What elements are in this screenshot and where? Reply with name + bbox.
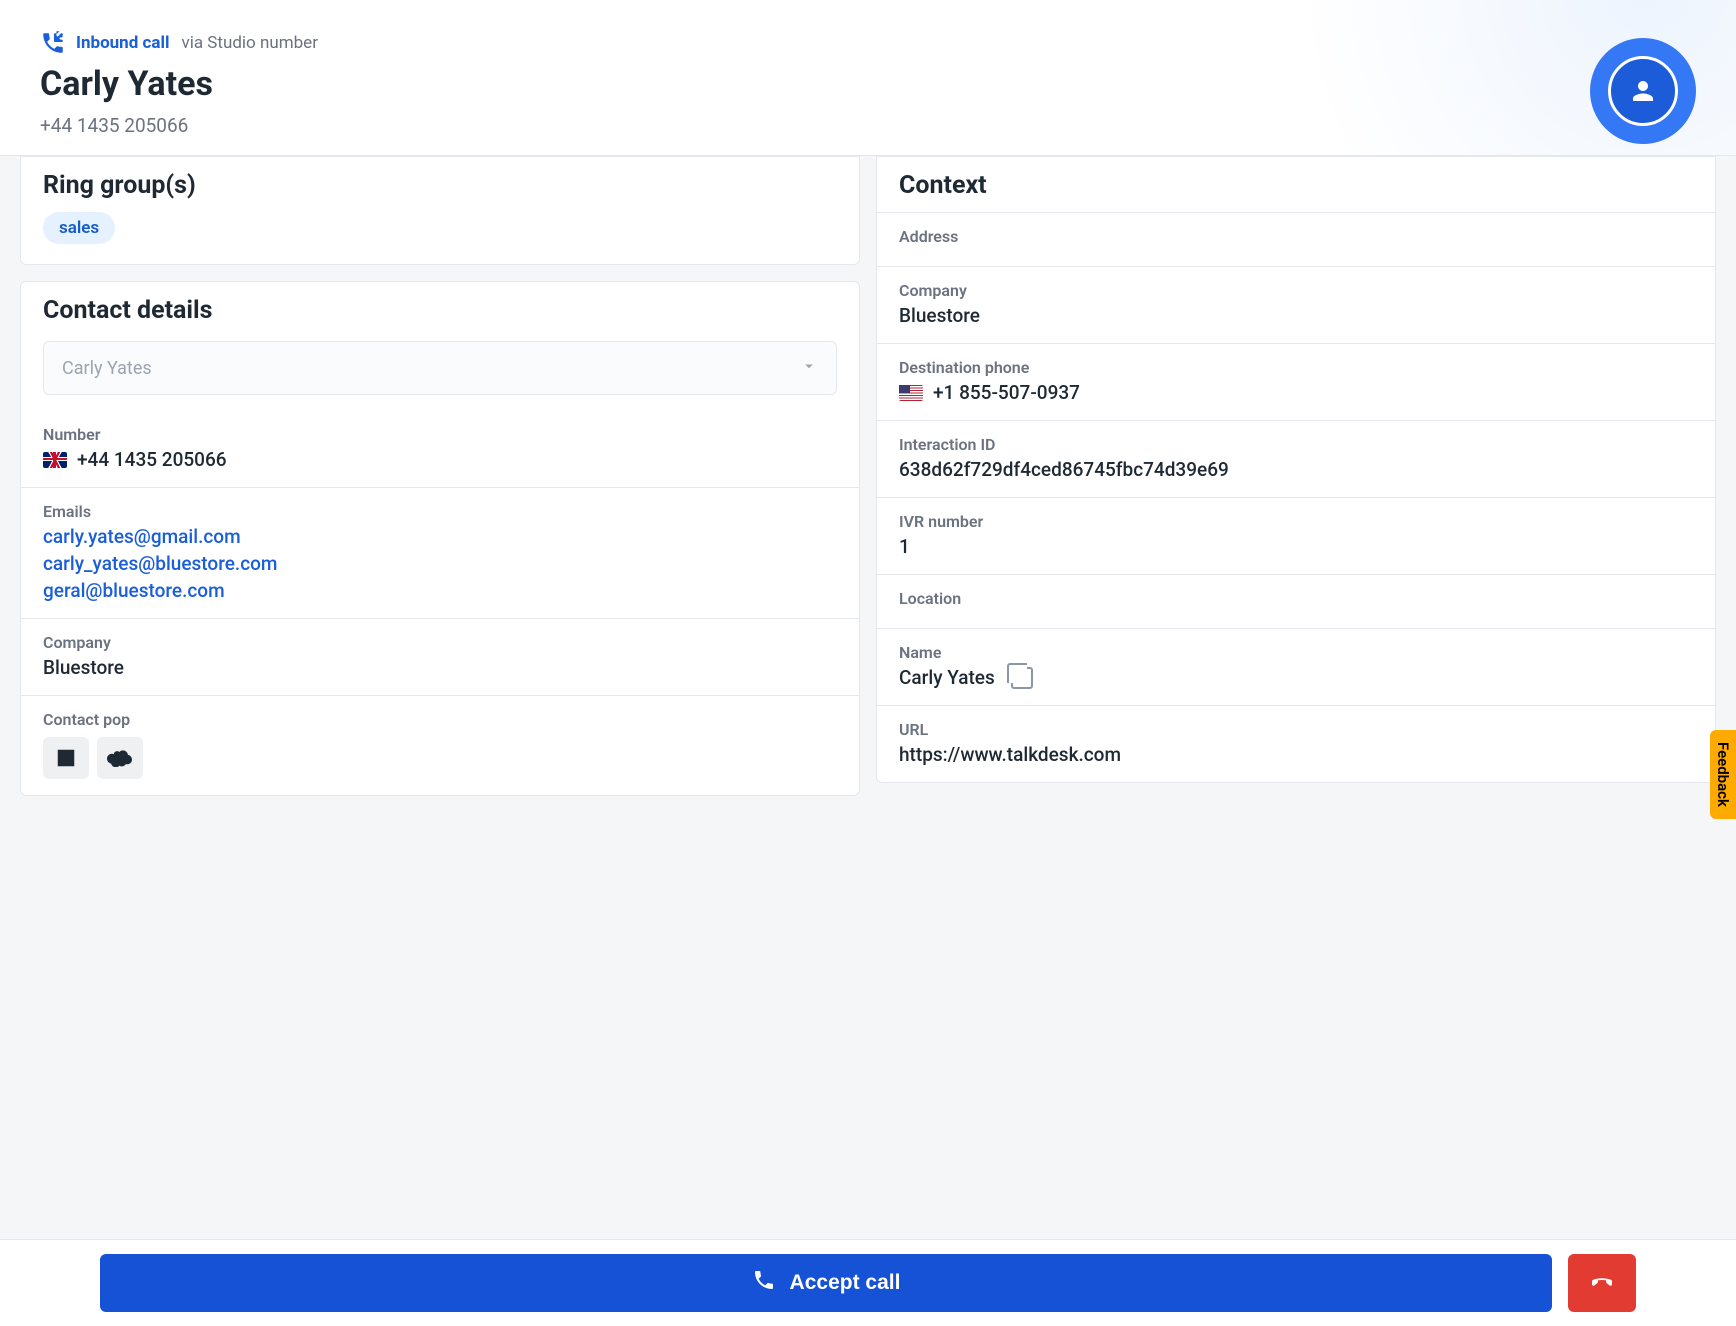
call-type-label: Inbound call xyxy=(76,33,169,53)
contact-details-title: Contact details xyxy=(21,282,859,337)
context-location-block: Location xyxy=(877,574,1715,628)
contact-pop-crm-button[interactable] xyxy=(43,737,89,779)
context-interaction-id-block: Interaction ID 638d62f729df4ced86745fbc7… xyxy=(877,420,1715,497)
salesforce-cloud-icon xyxy=(107,749,133,767)
contact-select-value: Carly Yates xyxy=(62,358,152,379)
phone-icon xyxy=(752,1268,776,1298)
context-url-value: https://www.talkdesk.com xyxy=(899,743,1693,766)
inbound-call-icon xyxy=(40,30,66,56)
accept-call-button[interactable]: Accept call xyxy=(100,1254,1552,1312)
context-card: Context Address Company Bluestore Destin… xyxy=(876,156,1716,783)
context-ivr-label: IVR number xyxy=(899,512,1693,531)
contact-card-icon xyxy=(55,747,77,769)
contact-number-block: Number +44 1435 205066 xyxy=(21,411,859,487)
call-type-row: Inbound call via Studio number xyxy=(40,30,1696,56)
chevron-down-icon xyxy=(800,357,818,380)
context-address-label: Address xyxy=(899,227,1693,246)
context-interaction-id-label: Interaction ID xyxy=(899,435,1693,454)
context-title: Context xyxy=(877,157,1715,212)
contact-company-value: Bluestore xyxy=(43,656,837,679)
context-dest-phone-value: +1 855-507-0937 xyxy=(933,381,1080,404)
context-url-label: URL xyxy=(899,720,1693,739)
caller-avatar-button[interactable] xyxy=(1590,38,1696,144)
contact-details-card: Contact details Carly Yates Number +44 1… xyxy=(20,281,860,796)
context-company-block: Company Bluestore xyxy=(877,266,1715,343)
contact-emails-block: Emails carly.yates@gmail.com carly_yates… xyxy=(21,487,859,618)
contact-company-block: Company Bluestore xyxy=(21,618,859,695)
call-action-footer: Accept call xyxy=(0,1239,1736,1326)
contact-pop-salesforce-button[interactable] xyxy=(97,737,143,779)
context-url-block: URL https://www.talkdesk.com xyxy=(877,705,1715,782)
contact-number-label: Number xyxy=(43,425,837,444)
context-ivr-block: IVR number 1 xyxy=(877,497,1715,574)
call-via-text: via Studio number xyxy=(181,33,317,53)
context-dest-phone-block: Destination phone +1 855-507-0937 xyxy=(877,343,1715,420)
context-name-value: Carly Yates xyxy=(899,666,995,689)
accept-call-label: Accept call xyxy=(790,1271,901,1295)
context-name-block: Name Carly Yates xyxy=(877,628,1715,705)
contact-number-value: +44 1435 205066 xyxy=(77,448,227,471)
context-ivr-value: 1 xyxy=(899,535,1693,558)
us-flag-icon xyxy=(899,385,923,401)
ring-groups-card: Ring group(s) sales xyxy=(20,156,860,265)
ring-groups-title: Ring group(s) xyxy=(21,157,859,212)
copy-icon[interactable] xyxy=(1011,667,1033,689)
caller-name: Carly Yates xyxy=(40,64,1696,104)
call-header: Inbound call via Studio number Carly Yat… xyxy=(0,0,1736,156)
ring-group-chip-row: sales xyxy=(21,212,859,264)
context-address-block: Address xyxy=(877,212,1715,266)
contact-select[interactable]: Carly Yates xyxy=(43,341,837,395)
context-name-label: Name xyxy=(899,643,1693,662)
contact-company-label: Company xyxy=(43,633,837,652)
uk-flag-icon xyxy=(43,452,67,468)
contact-emails-label: Emails xyxy=(43,502,837,521)
person-icon xyxy=(1608,56,1678,126)
hangup-icon xyxy=(1587,1267,1617,1300)
email-link[interactable]: geral@bluestore.com xyxy=(43,579,837,602)
ring-group-chip[interactable]: sales xyxy=(43,212,115,244)
contact-pop-label: Contact pop xyxy=(43,710,837,729)
email-link[interactable]: carly.yates@gmail.com xyxy=(43,525,837,548)
feedback-tab[interactable]: Feedback xyxy=(1710,730,1736,819)
reject-call-button[interactable] xyxy=(1568,1254,1636,1312)
email-link[interactable]: carly_yates@bluestore.com xyxy=(43,552,837,575)
context-company-value: Bluestore xyxy=(899,304,1693,327)
caller-phone: +44 1435 205066 xyxy=(40,114,1696,137)
context-dest-phone-label: Destination phone xyxy=(899,358,1693,377)
context-interaction-id-value: 638d62f729df4ced86745fbc74d39e69 xyxy=(899,458,1693,481)
context-company-label: Company xyxy=(899,281,1693,300)
contact-pop-block: Contact pop xyxy=(21,695,859,795)
context-location-label: Location xyxy=(899,589,1693,608)
